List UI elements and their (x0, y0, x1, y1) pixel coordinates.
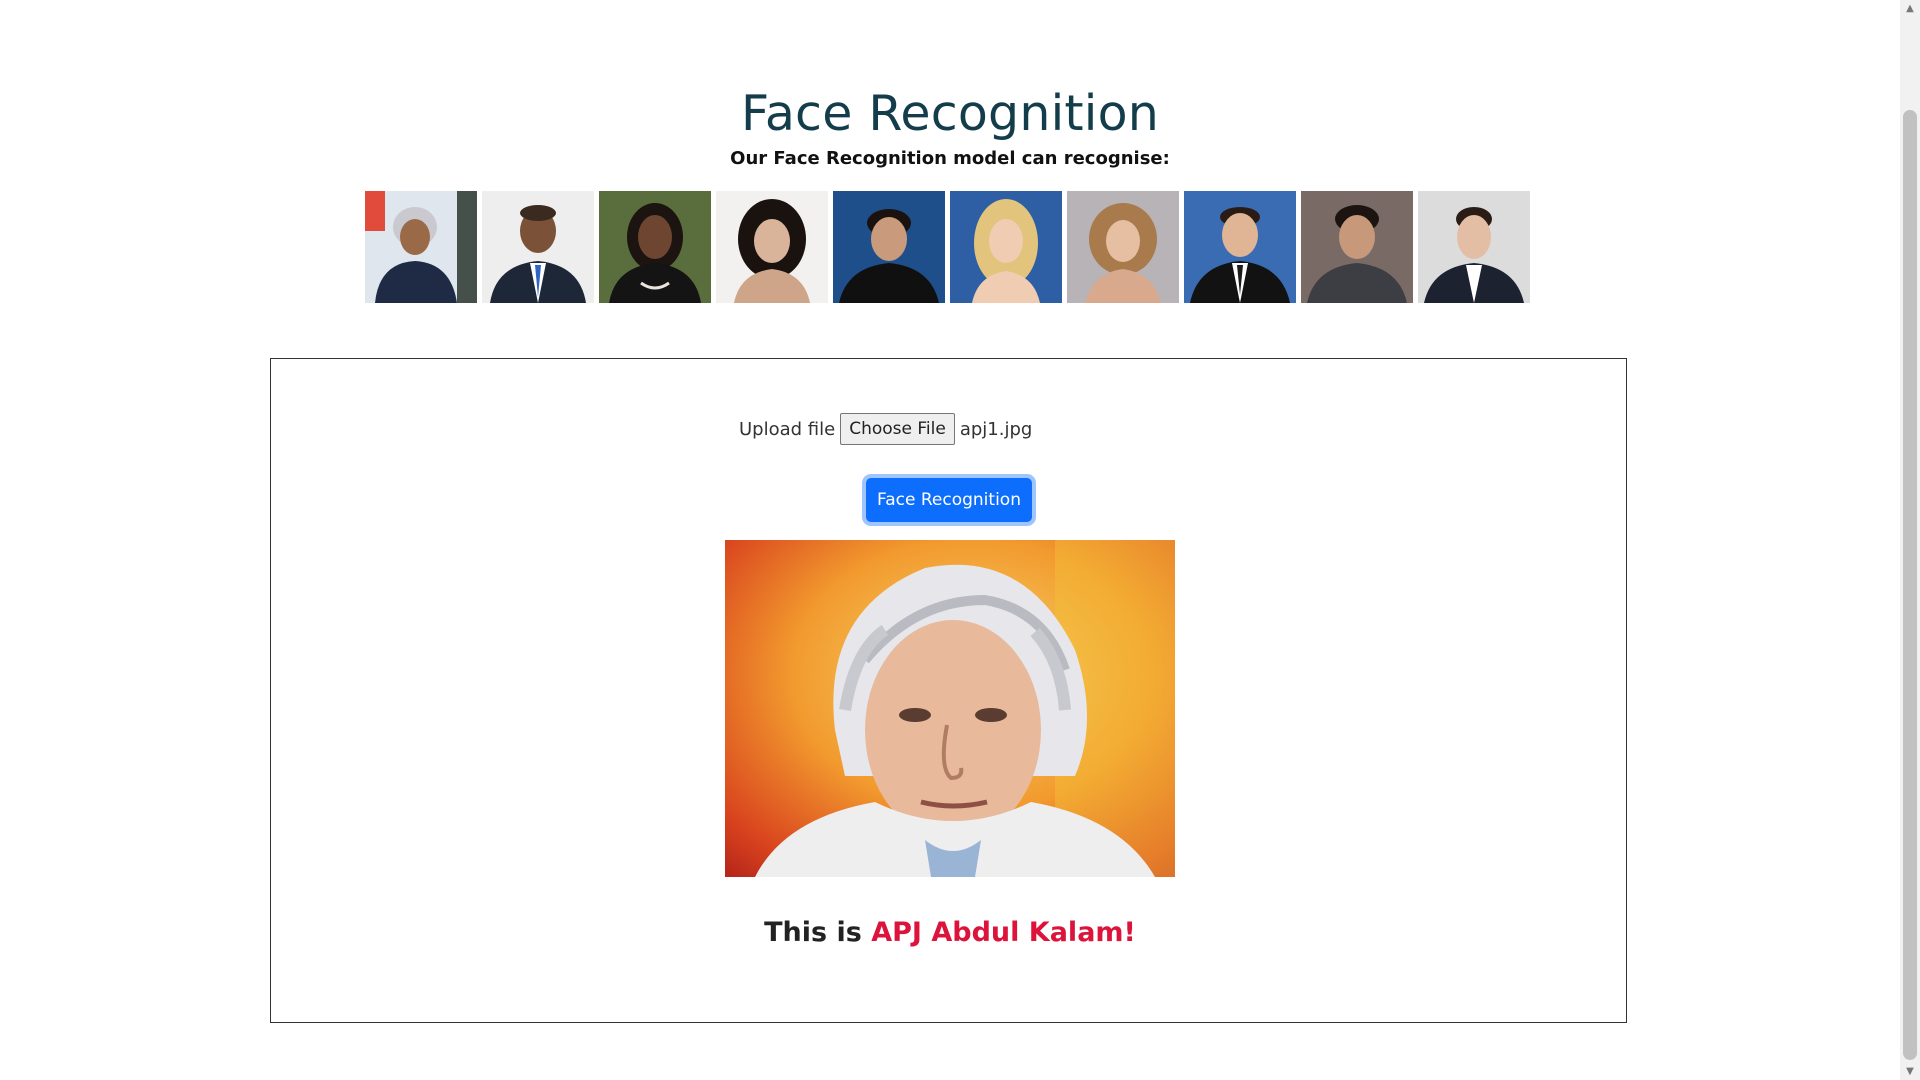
portrait-thumbnail (365, 191, 477, 303)
portrait-thumbnail (1184, 191, 1296, 303)
gallery-caption: Our Face Recognition model can recognise… (730, 148, 1170, 169)
portrait-thumbnail (482, 191, 594, 303)
portrait-thumbnail (1067, 191, 1179, 303)
portrait-thumbnail (716, 191, 828, 303)
portrait-thumbnail (950, 191, 1062, 303)
portrait-thumbnail (599, 191, 711, 303)
portrait-thumbnail (1418, 191, 1530, 303)
scrollbar-thumb[interactable] (1903, 110, 1917, 1060)
upload-label: Upload file (739, 418, 836, 440)
scroll-down-arrow-icon[interactable]: ▼ (1900, 1063, 1920, 1080)
scroll-up-arrow-icon[interactable]: ▲ (1900, 0, 1920, 17)
recognized-name: APJ Abdul Kalam! (871, 917, 1136, 948)
known-faces-gallery (365, 191, 1530, 303)
vertical-scrollbar[interactable]: ▲ ▼ (1900, 0, 1920, 1080)
page: Face Recognition Our Face Recognition mo… (0, 0, 1900, 1080)
result-prefix: This is (764, 917, 862, 948)
recognition-result: This is APJ Abdul Kalam! (0, 917, 1900, 948)
portrait-thumbnail (833, 191, 945, 303)
selected-file-name: apj1.jpg (959, 418, 1033, 440)
page-title: Face Recognition (740, 84, 1160, 142)
choose-file-button[interactable]: Choose File (840, 413, 955, 445)
upload-row: Upload file Choose File apj1.jpg (739, 413, 1032, 445)
face-recognition-button[interactable]: Face Recognition (866, 478, 1032, 522)
portrait-thumbnail (1301, 191, 1413, 303)
uploaded-photo (725, 540, 1175, 877)
